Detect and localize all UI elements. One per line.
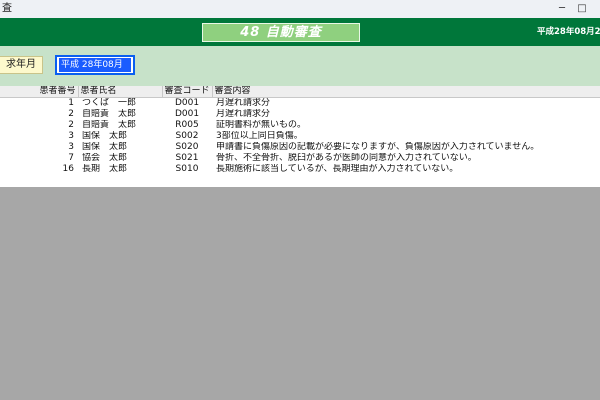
patient-name: 自賠責 太郎 <box>82 120 137 130</box>
filter-bar: 求年月 平成 28年08月 <box>0 46 600 86</box>
patient-name: 国保 太郎 <box>82 142 128 152</box>
review-content: 月遅れ請求分 <box>216 98 271 108</box>
review-content: 申請書に負傷原因の記載が必要になりますが、負傷原因が入力されていません。 <box>216 142 540 152</box>
patient-name: 自賠責 太郎 <box>82 109 137 119</box>
patient-number: 2 <box>68 120 74 130</box>
results-table: 患者番号 患者氏名 審査コード 審査内容 1 つくば 一郎 D001 月遅れ請求… <box>0 86 600 175</box>
review-results-grid: 患者番号 患者氏名 審査コード 審査内容 1 つくば 一郎 D001 月遅れ請求… <box>0 86 600 187</box>
empty-grid-area <box>0 187 600 400</box>
review-code: D001 <box>174 109 200 119</box>
table-row[interactable]: 16 長期 太郎 S010 長期施術に該当しているが、長期理由が入力されていない… <box>0 164 600 175</box>
screen-title-banner: 48 自動審査 <box>202 23 360 42</box>
header-bar: 48 自動審査 平成28年08月25 <box>0 18 600 46</box>
review-content: 3部位以上同日負傷。 <box>216 131 303 141</box>
column-header-patient-number[interactable]: 患者番号 <box>0 86 79 98</box>
review-code: S021 <box>175 153 199 163</box>
patient-number: 2 <box>68 109 74 119</box>
review-content: 月遅れ請求分 <box>216 109 271 119</box>
patient-name: 国保 太郎 <box>82 131 128 141</box>
review-code: D001 <box>174 98 200 108</box>
window-titlebar: 査 ─ □ <box>0 0 600 19</box>
patient-number: 3 <box>68 142 74 152</box>
column-header-patient-name[interactable]: 患者氏名 <box>78 86 163 98</box>
patient-number: 1 <box>68 98 74 108</box>
billing-month-input[interactable]: 平成 28年08月 <box>55 55 135 75</box>
table-row[interactable]: 1 つくば 一郎 D001 月遅れ請求分 <box>0 98 600 110</box>
table-row[interactable]: 2 自賠責 太郎 R005 証明書料が無いもの。 <box>0 120 600 131</box>
billing-month-label: 求年月 <box>0 56 43 74</box>
table-row[interactable]: 3 国保 太郎 S020 申請書に負傷原因の記載が必要になりますが、負傷原因が入… <box>0 142 600 153</box>
review-code: S020 <box>175 142 199 152</box>
patient-name: 協会 太郎 <box>82 153 128 163</box>
patient-number: 7 <box>68 153 74 163</box>
patient-number: 3 <box>68 131 74 141</box>
maximize-icon[interactable]: □ <box>576 3 588 15</box>
column-header-review-code[interactable]: 審査コード <box>162 86 213 98</box>
billing-month-value[interactable]: 平成 28年08月 <box>59 58 131 72</box>
minimize-icon[interactable]: ─ <box>556 3 568 15</box>
review-code: S010 <box>175 164 199 174</box>
column-header-review-content[interactable]: 審査内容 <box>212 86 600 98</box>
table-row[interactable]: 7 協会 太郎 S021 骨折、不全骨折、脱臼があるが医師の同意が入力されていな… <box>0 153 600 164</box>
review-content: 証明書料が無いもの。 <box>216 120 307 130</box>
table-header-row: 患者番号 患者氏名 審査コード 審査内容 <box>0 86 600 98</box>
patient-name: 長期 太郎 <box>82 164 128 174</box>
table-row[interactable]: 2 自賠責 太郎 D001 月遅れ請求分 <box>0 109 600 120</box>
table-row[interactable]: 3 国保 太郎 S002 3部位以上同日負傷。 <box>0 131 600 142</box>
review-content: 骨折、不全骨折、脱臼があるが医師の同意が入力されていない。 <box>216 153 477 163</box>
patient-number: 16 <box>62 164 74 174</box>
window-title: 査 <box>2 3 12 14</box>
review-code: S002 <box>175 131 199 141</box>
header-date: 平成28年08月25 <box>537 27 600 37</box>
patient-name: つくば 一郎 <box>82 98 137 108</box>
review-code: R005 <box>175 120 199 130</box>
review-content: 長期施術に該当しているが、長期理由が入力されていない。 <box>216 164 459 174</box>
